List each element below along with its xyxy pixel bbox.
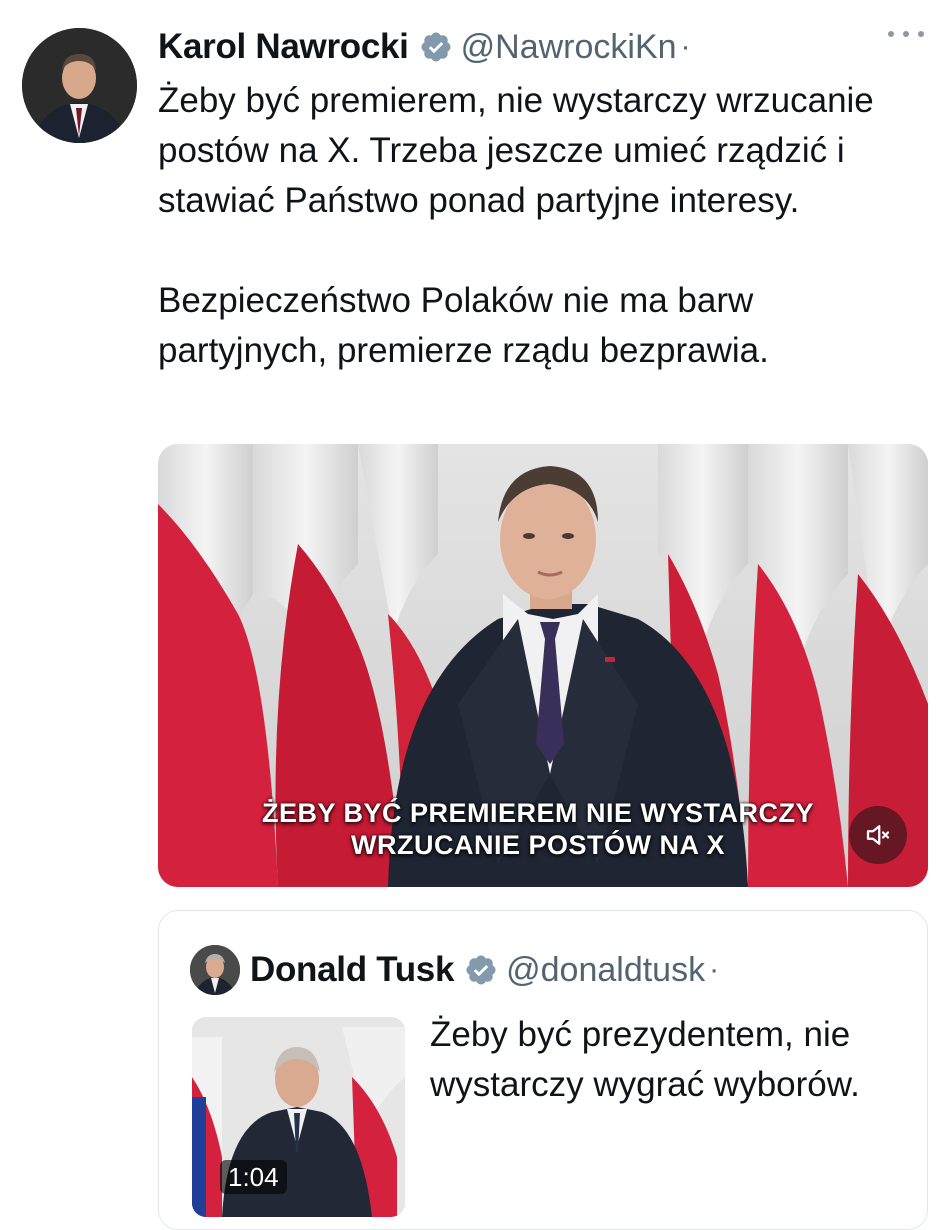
video-caption: ŻEBY BYĆ PREMIEREM NIE WYSTARCZY WRZUCAN… (188, 797, 888, 861)
author-avatar[interactable] (22, 28, 137, 143)
tweet-paragraph: Bezpieczeństwo Polaków nie ma barw party… (158, 281, 769, 370)
quoted-author-name[interactable]: Donald Tusk (250, 950, 454, 990)
author-name[interactable]: Karol Nawrocki (158, 27, 409, 67)
caption-line: ŻEBY BYĆ PREMIEREM NIE WYSTARCZY (261, 798, 815, 828)
quoted-tweet-header: Donald Tusk @donaldtusk · (250, 946, 719, 994)
quoted-tweet-text: Żeby być prezydentem, nie wystarczy wygr… (430, 1015, 860, 1104)
tweet-text: Żeby być premierem, nie wystarczy wrzuca… (158, 76, 918, 376)
separator-dot: · (709, 953, 720, 986)
verified-badge-icon (464, 953, 498, 987)
caption-line: WRZUCANIE POSTÓW NA X (351, 830, 725, 860)
more-options-icon[interactable] (888, 24, 924, 44)
author-handle[interactable]: @NawrockiKn (461, 28, 677, 67)
quoted-author-avatar[interactable] (190, 945, 240, 995)
quoted-author-handle[interactable]: @donaldtusk (506, 951, 705, 990)
separator-dot: · (680, 30, 691, 63)
tweet-header: Karol Nawrocki @NawrockiKn · (158, 22, 932, 72)
tweet-paragraph: Żeby być premierem, nie wystarczy wrzuca… (158, 81, 874, 220)
volume-muted-icon[interactable] (849, 806, 907, 864)
verified-badge-icon (419, 30, 453, 64)
